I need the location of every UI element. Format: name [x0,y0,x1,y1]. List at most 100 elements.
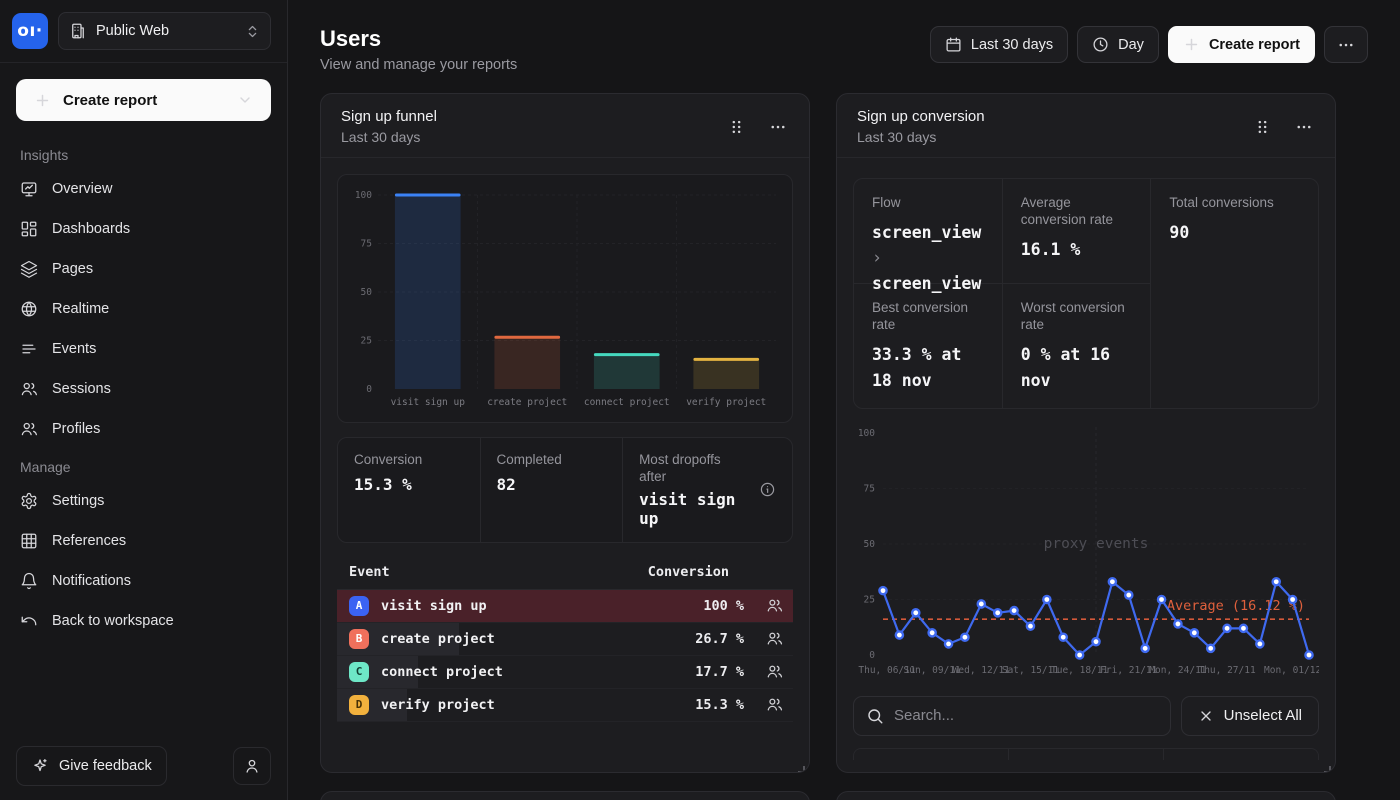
svg-text:50: 50 [864,539,876,550]
stat-label: Total conversions [1169,195,1300,212]
conversion-value: 17.7 % [695,664,744,680]
funnel-bar-chart[interactable]: 0255075100visit sign upcreate projectcon… [346,185,784,413]
funnel-card-menu-button[interactable] [767,116,789,138]
sidebar-item-label: Overview [52,181,112,197]
drag-handle-icon[interactable] [728,117,745,137]
conversion-report-card: Sign up conversion Last 30 days Flow scr… [836,93,1336,773]
funnel-table-header: Event Conversion [337,555,793,590]
plus-icon [1183,36,1200,53]
events-icon [20,340,38,358]
search-input[interactable] [894,707,1158,724]
ellipsis-icon [769,118,787,136]
stat-label: Average conversion rate [1021,195,1133,229]
section-label-manage: Manage [0,449,287,481]
stat-value: 82 [497,475,607,494]
more-options-button[interactable] [1324,26,1368,63]
stat-label: Conversion [354,452,464,469]
event-badge: C [349,662,369,682]
funnel-row-verify-project[interactable]: Dverify project15.3 % [337,689,793,722]
sidebar-item-events[interactable]: Events [0,329,287,369]
resize-handle-icon[interactable] [797,760,805,768]
date-range-button[interactable]: Last 30 days [930,26,1068,63]
sidebar-item-settings[interactable]: Settings [0,481,287,521]
create-report-button[interactable]: Create report [16,79,271,121]
svg-text:proxy events: proxy events [1044,536,1149,552]
funnel-report-card: Sign up funnel Last 30 days 0255075100vi… [320,93,810,773]
building-icon [69,22,87,40]
funnel-row-visit-sign-up[interactable]: Avisit sign up100 % [337,590,793,623]
funnel-row-connect-project[interactable]: Cconnect project 17.7 % [337,656,793,689]
event-label: connect project [381,664,503,680]
stat-flow: Flow screen_view › screen_view [854,179,1003,284]
drag-handle-icon[interactable] [1254,117,1271,137]
funnel-chart-panel: 0255075100visit sign upcreate projectcon… [337,174,793,423]
plus-icon [34,92,51,109]
svg-text:Average (16.12 %): Average (16.12 %) [1167,598,1305,614]
interval-button[interactable]: Day [1077,26,1159,63]
funnel-table: Event Conversion Avisit sign up100 %Bcre… [337,555,793,722]
main-content: Users View and manage your reports Last … [288,0,1400,800]
svg-text:verify project: verify project [686,397,766,408]
sidebar-item-back-to-workspace[interactable]: Back to workspace [0,601,287,641]
svg-text:75: 75 [864,483,875,494]
sidebar-item-label: Sessions [52,381,111,397]
resize-handle-icon[interactable] [1323,760,1331,768]
sidebar-item-profiles[interactable]: Profiles [0,409,287,449]
users-icon[interactable] [766,630,783,647]
pages-icon [20,260,38,278]
conversion-line-chart[interactable]: 0255075100proxy eventsAverage (16.12 %)T… [853,419,1319,681]
create-report-header-button[interactable]: Create report [1168,26,1315,63]
funnel-row-create-project[interactable]: Bcreate project26.7 % [337,623,793,656]
svg-text:75: 75 [361,239,372,250]
column-header-conversion: Conversion [648,564,729,580]
date-range-label: Last 30 days [971,37,1053,53]
project-selector[interactable]: Public Web [58,12,271,50]
sparkles-icon [31,757,49,775]
svg-text:visit sign up: visit sign up [391,397,466,408]
sidebar-item-realtime[interactable]: Realtime [0,289,287,329]
users-icon[interactable] [766,696,783,713]
funnel-card-header: Sign up funnel Last 30 days [321,94,809,158]
conversion-card-header: Sign up conversion Last 30 days [837,94,1335,158]
stat-average-rate: Average conversion rate 16.1 % [1003,179,1152,284]
stat-dropoffs: Most dropoffs after visit sign up [623,438,792,542]
header-actions: Last 30 days Day Create report [930,26,1368,63]
users-icon[interactable] [766,597,783,614]
create-report-header-label: Create report [1209,37,1300,53]
svg-text:Thu, 27/11: Thu, 27/11 [1198,665,1255,676]
page-subtitle: View and manage your reports [320,57,517,73]
stat-worst-rate: Worst conversion rate 0 % at 16 nov [1003,284,1152,407]
conversion-value: 15.3 % [695,697,744,713]
unselect-all-label: Unselect All [1224,707,1302,724]
x-icon [1198,708,1214,724]
funnel-card-subtitle: Last 30 days [341,129,437,145]
stat-value: 90 [1169,220,1300,246]
sidebar-item-references[interactable]: References [0,521,287,561]
conversion-card-menu-button[interactable] [1293,116,1315,138]
conversion-stats-grid: Flow screen_view › screen_view Average c… [853,178,1319,409]
svg-text:Mon, 01/12: Mon, 01/12 [1264,665,1319,676]
users-icon[interactable] [766,663,783,680]
sidebar-item-dashboards[interactable]: Dashboards [0,209,287,249]
sidebar-item-label: Dashboards [52,221,130,237]
profile-button[interactable] [233,747,271,785]
unselect-all-button[interactable]: Unselect All [1181,696,1319,736]
sidebar-item-label: Events [52,341,96,357]
sidebar-top: oı· Public Web [0,0,287,63]
sessions-icon [20,380,38,398]
stat-value: visit sign up [639,490,751,528]
sidebar-item-sessions[interactable]: Sessions [0,369,287,409]
give-feedback-button[interactable]: Give feedback [16,746,167,786]
stat-value: 0 % at 16 nov [1021,342,1133,393]
app-logo[interactable]: oı· [12,13,48,49]
event-label: visit sign up [381,598,487,614]
conversion-card-title: Sign up conversion [857,108,985,125]
sidebar-item-label: Realtime [52,301,109,317]
sidebar-item-notifications[interactable]: Notifications [0,561,287,601]
create-report-label: Create report [63,92,157,109]
sidebar-item-overview[interactable]: Overview [0,169,287,209]
info-icon[interactable] [759,481,776,498]
event-label: verify project [381,697,495,713]
sidebar-item-pages[interactable]: Pages [0,249,287,289]
page-header: Users View and manage your reports Last … [288,0,1400,73]
